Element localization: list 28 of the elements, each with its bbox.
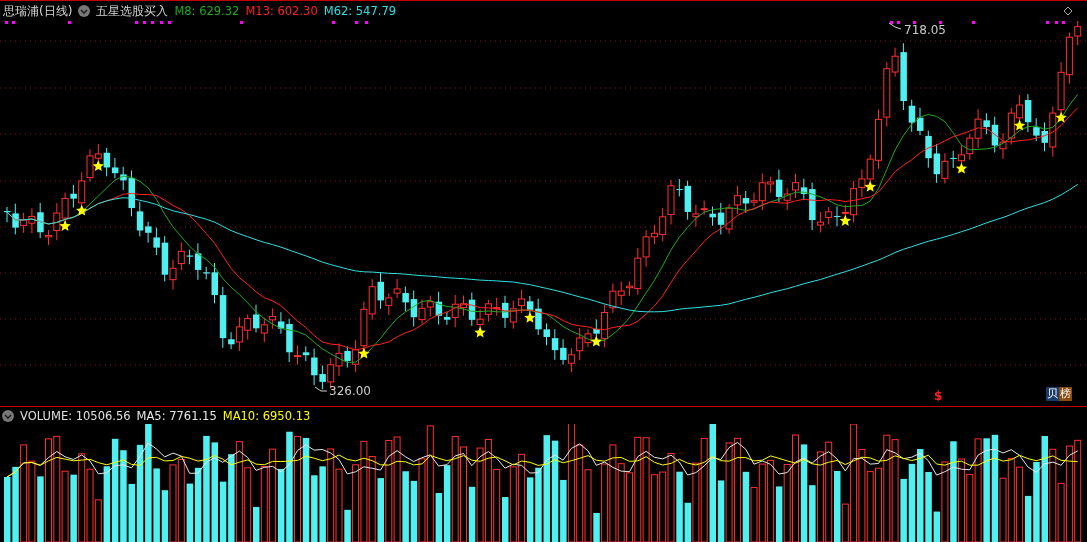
star-icon xyxy=(76,204,88,216)
volume-average-value: MA10: 6950.13 xyxy=(222,408,311,423)
diamond-icon[interactable] xyxy=(1063,6,1073,16)
stock-title: 思瑞浦(日线) xyxy=(3,2,73,20)
volume-average-value: MA5: 7761.15 xyxy=(136,408,217,423)
indicator-name: 五星选股买入 xyxy=(96,2,169,20)
moving-average-value: M62: 547.79 xyxy=(323,4,397,18)
high-price-label: 718.05 xyxy=(888,22,946,37)
low-price-label: 326.00 xyxy=(314,384,371,398)
star-icon xyxy=(524,311,536,323)
dropdown-icon[interactable] xyxy=(78,5,91,17)
badge-label[interactable]: 榜 xyxy=(1059,387,1072,401)
star-icon xyxy=(1055,111,1067,123)
star-icon xyxy=(864,180,876,192)
dropdown-icon[interactable] xyxy=(2,409,14,422)
marker-symbol[interactable]: $ xyxy=(934,389,943,403)
star-icon xyxy=(590,335,602,347)
volume-value: VOLUME: 10506.56 xyxy=(20,408,131,423)
star-icon xyxy=(474,326,486,338)
star-icon xyxy=(358,347,370,359)
star-icon xyxy=(1013,119,1026,131)
star-icon xyxy=(839,215,851,226)
moving-average-value: M8: 629.32 xyxy=(174,4,240,18)
badge-label[interactable]: 贝 xyxy=(1046,387,1059,401)
moving-average-value: M13: 602.30 xyxy=(245,4,318,18)
star-icon xyxy=(92,160,104,172)
star-icon xyxy=(955,162,968,174)
star-icon xyxy=(59,220,71,231)
